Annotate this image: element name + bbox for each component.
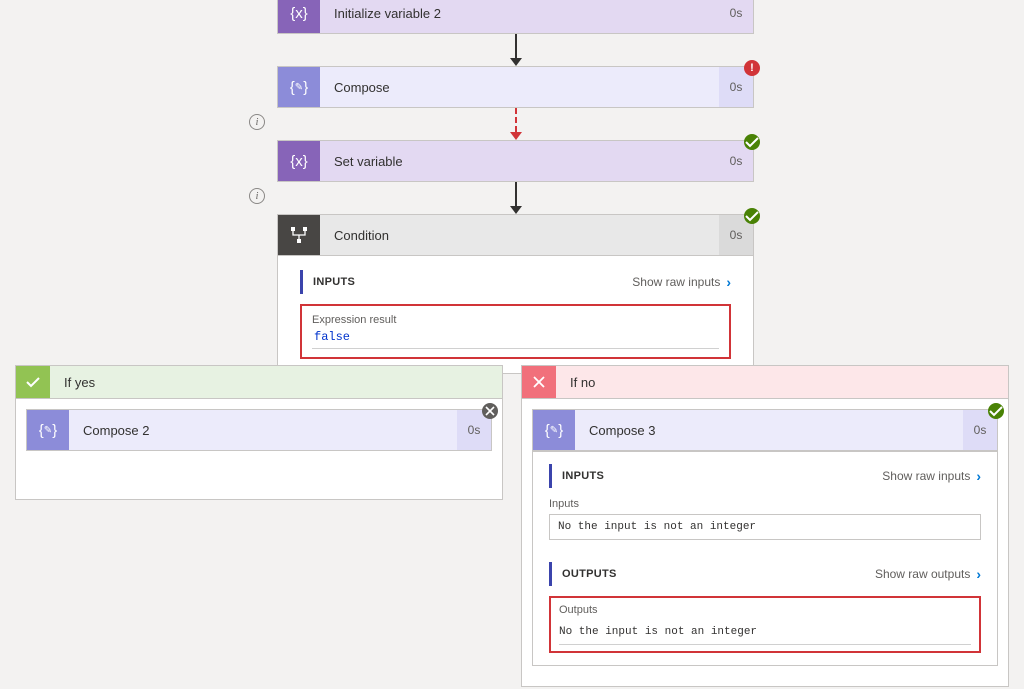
error-badge-icon: ! <box>744 60 760 76</box>
if-yes-header[interactable]: If yes <box>15 365 503 399</box>
close-icon <box>522 366 556 398</box>
outputs-value: No the input is not an integer <box>559 620 971 645</box>
step-title: Compose <box>320 67 719 107</box>
initialize-variable-2-step[interactable]: {x} Initialize variable 2 0s <box>277 0 754 34</box>
variable-icon: {x} <box>278 0 320 33</box>
step-title: Initialize variable 2 <box>320 0 719 33</box>
step-title: Condition <box>320 215 719 255</box>
compose-icon: {✎} <box>27 410 69 450</box>
inputs-header-label: INPUTS <box>313 276 355 288</box>
set-variable-step[interactable]: {x} Set variable 0s <box>277 140 754 182</box>
chevron-right-icon: › <box>976 468 981 484</box>
skipped-badge-icon <box>482 403 498 419</box>
connector-arrow <box>277 34 754 66</box>
check-icon <box>16 366 50 398</box>
show-raw-inputs-link[interactable]: Show raw inputs › <box>882 468 981 484</box>
compose-3-details-panel: INPUTS Show raw inputs › Inputs No the i… <box>532 451 998 666</box>
chevron-right-icon: › <box>726 274 731 290</box>
compose-step[interactable]: {✎} Compose 0s ! <box>277 66 754 108</box>
connector-arrow: i <box>277 108 754 140</box>
variable-icon: {x} <box>278 141 320 181</box>
outputs-header-label: OUTPUTS <box>562 568 617 580</box>
step-title: Compose 2 <box>69 410 457 450</box>
compose-icon: {✎} <box>278 67 320 107</box>
success-badge-icon <box>988 403 1004 419</box>
show-raw-outputs-link[interactable]: Show raw outputs › <box>875 566 981 582</box>
check-icon <box>744 136 760 148</box>
condition-icon <box>278 215 320 255</box>
inputs-header-label: INPUTS <box>562 470 604 482</box>
condition-step[interactable]: Condition 0s <box>277 214 754 256</box>
connector-arrow: i <box>277 182 754 214</box>
if-no-header[interactable]: If no <box>521 365 1009 399</box>
info-icon[interactable]: i <box>249 114 265 130</box>
outputs-field-label: Outputs <box>559 604 971 616</box>
step-title: Set variable <box>320 141 719 181</box>
chevron-right-icon: › <box>976 566 981 582</box>
expression-value: false <box>312 326 719 349</box>
inputs-field-label: Inputs <box>549 498 981 510</box>
step-title: Compose 3 <box>575 410 963 450</box>
compose-3-step[interactable]: {✎} Compose 3 0s <box>532 409 998 451</box>
outputs-highlight-box: Outputs No the input is not an integer <box>549 596 981 653</box>
success-badge-icon <box>744 134 760 150</box>
show-raw-inputs-link[interactable]: Show raw inputs › <box>632 274 731 290</box>
expression-label: Expression result <box>312 314 719 326</box>
compose-icon: {✎} <box>533 410 575 450</box>
info-icon[interactable]: i <box>249 188 265 204</box>
success-badge-icon <box>744 208 760 224</box>
expression-result-box: Expression result false <box>300 304 731 359</box>
if-no-label: If no <box>556 366 1008 398</box>
if-yes-label: If yes <box>50 366 502 398</box>
compose-2-step[interactable]: {✎} Compose 2 0s <box>26 409 492 451</box>
step-duration: 0s <box>719 0 753 33</box>
condition-details-panel: INPUTS Show raw inputs › Expression resu… <box>277 256 754 374</box>
inputs-value: No the input is not an integer <box>549 514 981 540</box>
